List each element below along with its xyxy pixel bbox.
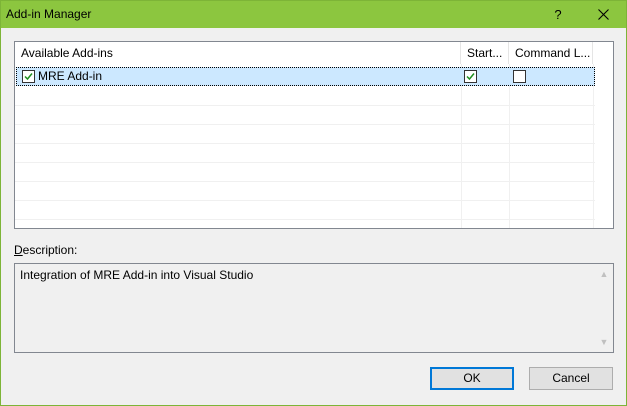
empty-row: [15, 106, 595, 125]
description-label-accel: D: [14, 243, 23, 257]
close-icon: [597, 9, 609, 20]
cancel-button[interactable]: Cancel: [529, 367, 613, 390]
empty-row: [15, 220, 595, 239]
list-row-mre-add-in[interactable]: MRE Add-in: [16, 67, 595, 86]
startup-checkbox[interactable]: [464, 70, 477, 83]
checkmark-icon: [24, 73, 33, 81]
ok-button[interactable]: OK: [430, 367, 514, 390]
column-header-startup[interactable]: Start...: [461, 42, 509, 64]
help-icon: ?: [554, 7, 562, 22]
checkmark-icon: [466, 73, 475, 81]
window-title: Add-in Manager: [6, 7, 92, 21]
list-header: Available Add-ins Start... Command L...: [15, 42, 613, 64]
list-rows: MRE Add-in: [15, 65, 613, 239]
column-header-available-add-ins[interactable]: Available Add-ins: [15, 42, 461, 64]
description-text: Integration of MRE Add-in into Visual St…: [20, 268, 254, 282]
title-bar[interactable]: Add-in Manager ?: [1, 1, 626, 28]
add-ins-list[interactable]: Available Add-ins Start... Command L... …: [14, 41, 614, 239]
scroll-down-arrow-icon[interactable]: ▼: [598, 336, 610, 348]
scroll-up-arrow-icon[interactable]: ▲: [598, 268, 610, 280]
empty-row: [15, 87, 595, 106]
empty-row: [15, 182, 595, 201]
empty-row: [15, 125, 595, 144]
empty-row: [15, 201, 595, 220]
description-label-text: escription:: [22, 243, 78, 257]
description-label: Description:: [14, 243, 77, 257]
description-box[interactable]: Integration of MRE Add-in into Visual St…: [14, 263, 614, 353]
close-button[interactable]: [580, 1, 626, 28]
column-header-command-line[interactable]: Command L...: [509, 42, 593, 64]
help-button[interactable]: ?: [535, 1, 581, 28]
empty-row: [15, 144, 595, 163]
add-in-enabled-checkbox[interactable]: [22, 70, 35, 83]
empty-row: [15, 163, 595, 182]
command-line-checkbox[interactable]: [513, 70, 526, 83]
add-in-name: MRE Add-in: [38, 69, 103, 83]
add-in-manager-dialog: Add-in Manager ? Available Add-ins Start…: [0, 0, 627, 406]
